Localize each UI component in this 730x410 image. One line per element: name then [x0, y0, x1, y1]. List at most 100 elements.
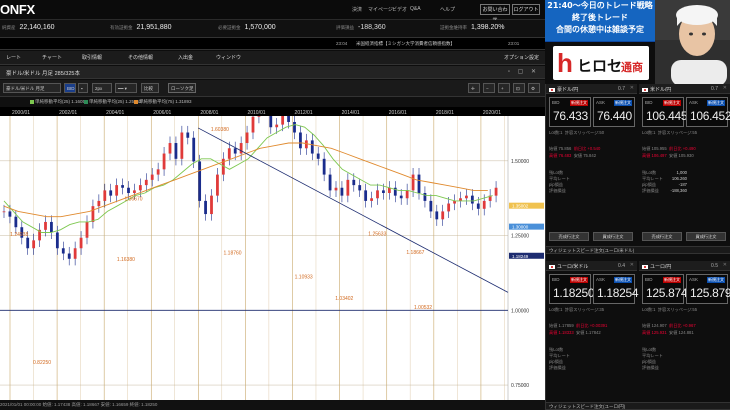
legend-swatch-icon: [30, 99, 34, 104]
annotation-label: 1.18760: [224, 250, 242, 256]
candle-body: [316, 153, 320, 159]
contact-button[interactable]: お問い合わせ: [480, 4, 510, 23]
bid-box[interactable]: BID 新規注文 125.874: [642, 274, 688, 304]
settings-icon[interactable]: ⚙: [528, 83, 540, 93]
y-tick-label: 0.75000: [511, 383, 529, 389]
position-stats: 残Lot数 1,000 平均レート 106.260 pip損益 -187 評価損益 -188,…: [642, 170, 727, 194]
indicator-ma-short[interactable]: 単純移動平均(25) 1.16059: [30, 99, 88, 105]
candle-body: [417, 174, 421, 194]
fit-icon[interactable]: ⊡: [513, 83, 525, 93]
crosshair-icon[interactable]: ✛: [468, 83, 480, 93]
color-picker-icon[interactable]: ▪: [78, 83, 88, 93]
ask-box[interactable]: ASK 新規注文 106.452: [686, 97, 730, 127]
indicator-ma-long[interactable]: 単純移動平均(75) 1.31893: [134, 99, 192, 105]
candle-body: [233, 148, 237, 154]
news-time: 23:04: [336, 41, 348, 46]
ask-box[interactable]: ASK 新規注文 1.18254: [593, 274, 639, 304]
menu-window[interactable]: ウィンドウ: [216, 54, 241, 61]
nav-link-mypage[interactable]: マイページ: [368, 6, 393, 13]
flag-icon: [549, 87, 555, 92]
close-icon[interactable]: ✕: [630, 85, 634, 91]
close-icon[interactable]: ✕: [723, 262, 727, 268]
candle-body: [67, 253, 71, 259]
sell-market-button[interactable]: 売成行注文: [549, 232, 589, 241]
pane-header[interactable]: 米ドル/円 0.7 ✕: [639, 84, 730, 94]
menu-options[interactable]: オプション設定: [504, 54, 539, 61]
bid-box[interactable]: BID 新規注文 76.433: [549, 97, 591, 127]
news-headline[interactable]: 米国経済指標【ミシガン大学消費者信頼感指数】: [356, 41, 455, 47]
pane-header[interactable]: ユーロ/円 0.5 ✕: [639, 261, 730, 271]
order-settings[interactable]: Lot数:1 許容スリッページ:55: [642, 130, 697, 136]
bid-box[interactable]: BID 新規注文 1.18250: [549, 274, 595, 304]
menu-deposit[interactable]: 入出金: [178, 54, 193, 61]
line-width-select[interactable]: 2px: [92, 83, 112, 93]
candle-body: [198, 161, 202, 201]
news-ticker[interactable]: 23:04 米国経済指標【ミシガン大学消費者信頼感指数】 23:01: [0, 38, 545, 50]
bid-label: BID: [552, 100, 560, 105]
price-chart[interactable]: 1.50000 1.25000 1.00000 0.75000 1.35002 1.300…: [0, 116, 545, 400]
zoom-in-icon[interactable]: +: [498, 83, 510, 93]
line-style-select[interactable]: ━━ ▾: [115, 83, 137, 93]
bid-tag: 新規注文: [570, 100, 588, 106]
pane-header[interactable]: 豪ドル/円 0.7 ✕: [546, 84, 637, 94]
account-item: 純資産 22,140,160: [2, 24, 55, 31]
candle-body: [340, 187, 344, 196]
buy-market-button[interactable]: 買成行注文: [593, 232, 633, 241]
order-settings[interactable]: Lot数:1 許容スリッページ:50: [549, 130, 604, 136]
close-icon[interactable]: ✕: [630, 262, 634, 268]
order-settings[interactable]: Lot数:1 許容スリッページ:55: [642, 307, 697, 313]
pair-name: 豪ドル/円: [557, 87, 579, 93]
candle-body: [494, 187, 498, 196]
bid-tag: 新規注文: [570, 277, 588, 283]
compare-button[interactable]: 比較: [141, 83, 159, 93]
candle-body: [334, 187, 338, 191]
nav-link-qa[interactable]: Q&A: [410, 6, 421, 12]
ask-box[interactable]: ASK 新規注文 125.879: [686, 274, 730, 304]
menu-trade-info[interactable]: 取引情報: [82, 54, 102, 61]
rate-pane-aud-jpy: 豪ドル/円 0.7 ✕ BID 新規注文 76.433 ASK 新規注文 76.440 Lot数:…: [546, 84, 637, 244]
speed-order-bar[interactable]: ウィジェットスピード注文(ユーロ/米ドル): [546, 246, 730, 254]
candle-body: [328, 174, 332, 191]
candle-body: [216, 174, 219, 196]
candle-body: [352, 179, 356, 186]
candle-body: [14, 216, 18, 228]
candle-body: [281, 116, 285, 125]
pane-header[interactable]: ユーロ/米ドル 0.4 ✕: [546, 261, 637, 271]
candle-body: [150, 174, 154, 180]
candle-body: [376, 190, 379, 199]
bid-label: BID: [645, 277, 653, 282]
order-settings[interactable]: Lot数:1 許容スリッページ:35: [549, 307, 604, 313]
logout-button[interactable]: ログアウト: [512, 4, 540, 15]
candle-body: [32, 240, 36, 249]
bid-box[interactable]: BID 新規注文 106.445: [642, 97, 688, 127]
indicator-ma-mid[interactable]: 単純移動平均(25) 1.25852: [84, 99, 142, 105]
chart-toolbar: 豪ドル/米ドル 月足 BID ▪ 2px ━━ ▾ 比較 ローソク足 ✛ − +…: [0, 80, 545, 97]
bid-toggle[interactable]: BID: [64, 83, 76, 93]
sell-market-button[interactable]: 売成行注文: [642, 232, 682, 241]
account-item: 必要証拠金 1,570,000: [218, 24, 276, 31]
menu-chart[interactable]: チャート: [42, 54, 62, 61]
ask-box[interactable]: ASK 新規注文 76.440: [593, 97, 635, 127]
candle-body: [299, 132, 302, 149]
bid-tag: 新規注文: [663, 277, 681, 283]
spread-value: 0.4: [618, 263, 625, 269]
chart-window-title: 豪ドル/米ドル 月足 285/325本 ▫ ▢ ✕: [0, 66, 545, 79]
buy-market-button[interactable]: 買成行注文: [686, 232, 726, 241]
ask-label: ASK: [689, 277, 699, 282]
candle-body: [174, 143, 178, 159]
chart-type-button[interactable]: ローソク足: [168, 83, 196, 93]
speed-order-bar[interactable]: ウィジェットスピード注文(ユーロ/円): [546, 402, 730, 410]
ohlc-status-bar: 2021/01/01 00:00:00 始値: 1.17438 高値: 1.18…: [0, 400, 545, 410]
bid-price: 125.874: [646, 286, 688, 300]
nav-link-video[interactable]: ビデオ: [392, 6, 407, 13]
candle-body: [257, 116, 261, 117]
menu-other-info[interactable]: その他情報: [128, 54, 153, 61]
zoom-out-icon[interactable]: −: [483, 83, 495, 93]
stat-row: 評価損益: [642, 365, 659, 370]
window-controls[interactable]: ▫ ▢ ✕: [508, 68, 539, 75]
symbol-select[interactable]: 豪ドル/米ドル 月足: [3, 83, 61, 93]
close-icon[interactable]: ✕: [723, 85, 727, 91]
nav-link-help[interactable]: ヘルプ: [440, 6, 455, 13]
menu-rate[interactable]: レート: [6, 54, 21, 61]
nav-link-settlement[interactable]: 決済: [352, 6, 362, 13]
